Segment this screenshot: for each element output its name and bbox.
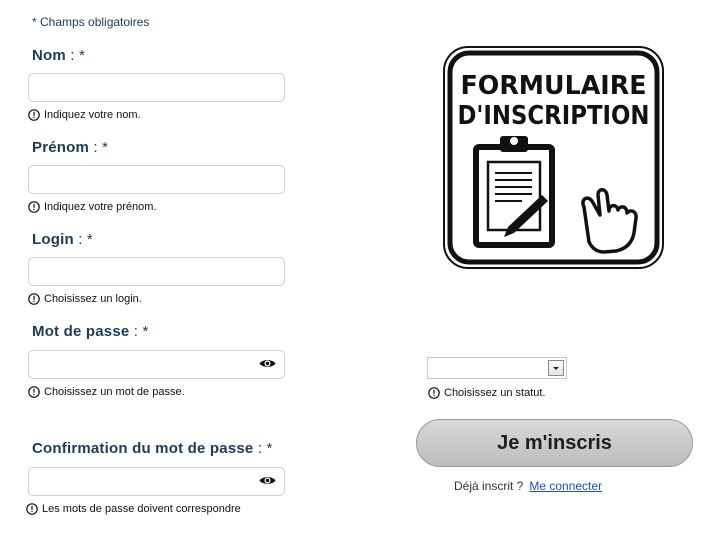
hint-text: Choisissez un statut. bbox=[444, 387, 546, 399]
password-field bbox=[28, 350, 285, 379]
required-fields-note: * Champs obligatoires bbox=[32, 15, 150, 29]
logo-title-line2: D'INSCRIPTION bbox=[458, 101, 650, 131]
hint-text: Indiquez votre prénom. bbox=[44, 201, 157, 213]
label-text: Login bbox=[32, 231, 74, 248]
already-registered: Déjà inscrit ? Me connecter bbox=[454, 479, 602, 493]
eye-icon[interactable] bbox=[259, 475, 276, 486]
password-confirm-field bbox=[28, 467, 285, 496]
login-input[interactable] bbox=[28, 257, 285, 286]
password-confirm-hint: Les mots de passe doivent correspondre bbox=[26, 503, 241, 515]
status-select[interactable] bbox=[427, 357, 567, 379]
status-hint: Choisissez un statut. bbox=[428, 387, 546, 399]
label-text: Nom bbox=[32, 47, 66, 64]
label-text: Confirmation du mot de passe bbox=[32, 440, 254, 457]
label-text: Prénom bbox=[32, 139, 90, 156]
label-required-marker: : * bbox=[253, 440, 273, 457]
prenom-hint: Indiquez votre prénom. bbox=[28, 201, 157, 213]
password-input[interactable] bbox=[28, 350, 285, 379]
hint-text: Les mots de passe doivent correspondre bbox=[42, 503, 241, 515]
password-hint: Choisissez un mot de passe. bbox=[28, 386, 185, 398]
field-label-prenom: Prénom : * bbox=[32, 139, 108, 156]
login-hint: Choisissez un login. bbox=[28, 293, 142, 305]
alert-circle-icon bbox=[28, 293, 40, 305]
field-label-nom: Nom : * bbox=[32, 47, 85, 64]
label-required-marker: : * bbox=[65, 47, 86, 64]
field-label-password: Mot de passe : * bbox=[32, 323, 149, 340]
prenom-input[interactable] bbox=[28, 165, 285, 194]
chevron-down-icon[interactable] bbox=[548, 360, 564, 376]
nom-hint: Indiquez votre nom. bbox=[28, 109, 141, 121]
password-confirm-input[interactable] bbox=[28, 467, 285, 496]
field-label-login: Login : * bbox=[32, 231, 93, 248]
registration-form-logo: FORMULAIRE D'INSCRIPTION bbox=[443, 46, 664, 269]
logo-title-line1: FORMULAIRE bbox=[461, 71, 647, 101]
alert-circle-icon bbox=[28, 386, 40, 398]
label-required-marker: : * bbox=[73, 231, 93, 248]
alert-circle-icon bbox=[428, 387, 440, 399]
label-text: Mot de passe bbox=[32, 323, 130, 340]
login-link[interactable]: Me connecter bbox=[529, 479, 602, 493]
hint-text: Choisissez un mot de passe. bbox=[44, 386, 185, 398]
eye-icon[interactable] bbox=[259, 358, 276, 369]
field-label-password-confirm: Confirmation du mot de passe : * bbox=[32, 440, 273, 457]
alert-circle-icon bbox=[28, 201, 40, 213]
label-required-marker: : * bbox=[129, 323, 149, 340]
already-registered-text: Déjà inscrit ? bbox=[454, 479, 524, 493]
alert-circle-icon bbox=[28, 109, 40, 121]
nom-input[interactable] bbox=[28, 73, 285, 102]
hint-text: Indiquez votre nom. bbox=[44, 109, 141, 121]
label-required-marker: : * bbox=[89, 139, 109, 156]
submit-button[interactable]: Je m'inscris bbox=[416, 419, 693, 467]
hint-text: Choisissez un login. bbox=[44, 293, 142, 305]
alert-circle-icon bbox=[26, 503, 38, 515]
